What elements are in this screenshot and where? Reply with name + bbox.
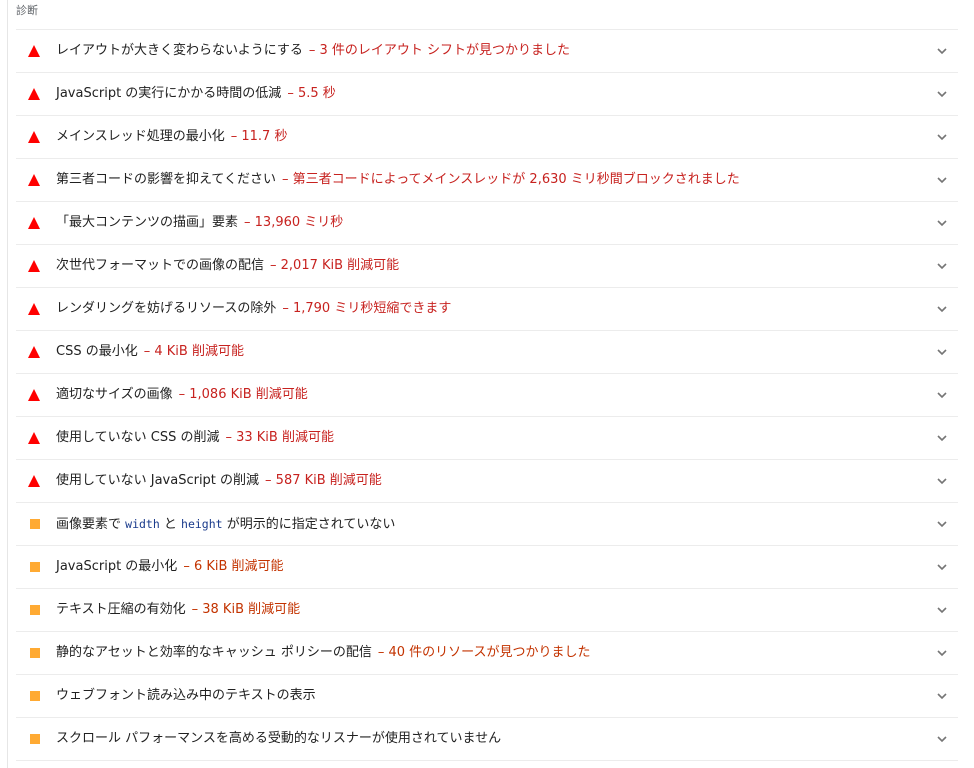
audit-display-value: – 38 KiB 削減可能: [191, 602, 301, 617]
audit-display-value: – 2,017 KiB 削減可能: [270, 258, 400, 273]
fail-triangle-icon: [28, 88, 40, 100]
chevron-down-icon[interactable]: [936, 217, 948, 229]
audit-row[interactable]: 適切なサイズの画像 – 1,086 KiB 削減可能: [16, 374, 958, 417]
audit-row[interactable]: 画像要素で width と height が明示的に指定されていない: [16, 503, 958, 546]
fail-triangle-icon: [28, 131, 40, 143]
audit-list: レイアウトが大きく変わらないようにする – 3 件のレイアウト シフトが見つかりま…: [16, 29, 958, 761]
fail-triangle-icon: [28, 45, 40, 57]
audit-title: テキスト圧縮の有効化: [56, 602, 186, 617]
chevron-down-icon[interactable]: [936, 432, 948, 444]
chevron-down-icon[interactable]: [936, 260, 948, 272]
average-square-icon: [30, 519, 40, 529]
fail-triangle-icon: [28, 260, 40, 272]
fail-triangle-icon: [28, 174, 40, 186]
audit-display-value: – 13,960 ミリ秒: [244, 215, 344, 230]
fail-triangle-icon: [28, 346, 40, 358]
fail-triangle-icon: [28, 303, 40, 315]
chevron-down-icon[interactable]: [936, 733, 948, 745]
audit-title: 第三者コードの影響を抑えてください: [56, 172, 276, 187]
audit-row[interactable]: ウェブフォント読み込み中のテキストの表示: [16, 675, 958, 718]
diagnostics-panel: 診断 レイアウトが大きく変わらないようにする – 3 件のレイアウト シフトが見つ…: [0, 0, 974, 768]
audit-row[interactable]: 静的なアセットと効率的なキャッシュ ポリシーの配信 – 40 件のリソースが見つか…: [16, 632, 958, 675]
chevron-down-icon[interactable]: [936, 45, 948, 57]
chevron-down-icon[interactable]: [936, 88, 948, 100]
audit-display-value: – 6 KiB 削減可能: [183, 559, 284, 574]
average-square-icon: [30, 605, 40, 615]
audit-row[interactable]: CSS の最小化 – 4 KiB 削減可能: [16, 331, 958, 374]
chevron-down-icon[interactable]: [936, 647, 948, 659]
audit-display-value: – 4 KiB 削減可能: [143, 344, 244, 359]
audit-display-value: – 第三者コードによってメインスレッドが 2,630 ミリ秒間ブロックされました: [281, 172, 740, 187]
audit-row[interactable]: 第三者コードの影響を抑えてください – 第三者コードによってメインスレッドが 2,…: [16, 159, 958, 202]
audit-title: 適切なサイズの画像: [56, 387, 173, 402]
audit-title: 使用していない CSS の削減: [56, 430, 220, 445]
audit-title: 使用していない JavaScript の削減: [56, 473, 260, 488]
audit-title: CSS の最小化: [56, 344, 138, 359]
average-square-icon: [30, 734, 40, 744]
code-width: width: [125, 517, 160, 531]
audit-display-value: – 11.7 秒: [230, 129, 288, 144]
audit-row[interactable]: スクロール パフォーマンスを高める受動的なリスナーが使用されていません: [16, 718, 958, 761]
audit-title: 画像要素で width と height が明示的に指定されていない: [56, 517, 396, 532]
average-square-icon: [30, 562, 40, 572]
audit-title: 次世代フォーマットでの画像の配信: [56, 258, 265, 273]
audit-display-value: – 1,086 KiB 削減可能: [178, 387, 308, 402]
audit-title: レンダリングを妨げるリソースの除外: [56, 301, 277, 316]
chevron-down-icon[interactable]: [936, 346, 948, 358]
audit-display-value: – 40 件のリソースが見つかりました: [377, 645, 591, 660]
chevron-down-icon[interactable]: [936, 561, 948, 573]
audit-row[interactable]: 次世代フォーマットでの画像の配信 – 2,017 KiB 削減可能: [16, 245, 958, 288]
panel-border: [7, 0, 8, 768]
audit-display-value: – 5.5 秒: [287, 86, 336, 101]
audit-row[interactable]: 「最大コンテンツの描画」要素 – 13,960 ミリ秒: [16, 202, 958, 245]
fail-triangle-icon: [28, 475, 40, 487]
audit-title: レイアウトが大きく変わらないようにする: [56, 43, 303, 58]
audit-row[interactable]: レイアウトが大きく変わらないようにする – 3 件のレイアウト シフトが見つかりま…: [16, 30, 958, 73]
fail-triangle-icon: [28, 389, 40, 401]
fail-triangle-icon: [28, 217, 40, 229]
audit-title: メインスレッド処理の最小化: [56, 129, 225, 144]
section-title: 診断: [16, 4, 38, 17]
audit-title: JavaScript の実行にかかる時間の低減: [56, 86, 282, 101]
audit-row[interactable]: JavaScript の最小化 – 6 KiB 削減可能: [16, 546, 958, 589]
audit-display-value: – 1,790 ミリ秒短縮できます: [282, 301, 452, 316]
chevron-down-icon[interactable]: [936, 131, 948, 143]
chevron-down-icon[interactable]: [936, 303, 948, 315]
audit-row[interactable]: メインスレッド処理の最小化 – 11.7 秒: [16, 116, 958, 159]
chevron-down-icon[interactable]: [936, 518, 948, 530]
chevron-down-icon[interactable]: [936, 604, 948, 616]
audit-row[interactable]: テキスト圧縮の有効化 – 38 KiB 削減可能: [16, 589, 958, 632]
audit-title: 静的なアセットと効率的なキャッシュ ポリシーの配信: [56, 645, 372, 660]
audit-row[interactable]: 使用していない CSS の削減 – 33 KiB 削減可能: [16, 417, 958, 460]
audit-display-value: – 33 KiB 削減可能: [225, 430, 334, 445]
audit-row[interactable]: 使用していない JavaScript の削減 – 587 KiB 削減可能: [16, 460, 958, 503]
average-square-icon: [30, 648, 40, 658]
code-height: height: [181, 517, 223, 531]
audit-display-value: – 587 KiB 削減可能: [265, 473, 382, 488]
chevron-down-icon[interactable]: [936, 690, 948, 702]
audit-title: JavaScript の最小化: [56, 559, 178, 574]
audit-title: 「最大コンテンツの描画」要素: [56, 215, 239, 230]
chevron-down-icon[interactable]: [936, 475, 948, 487]
audit-row[interactable]: レンダリングを妨げるリソースの除外 – 1,790 ミリ秒短縮できます: [16, 288, 958, 331]
fail-triangle-icon: [28, 432, 40, 444]
audit-row[interactable]: JavaScript の実行にかかる時間の低減 – 5.5 秒: [16, 73, 958, 116]
chevron-down-icon[interactable]: [936, 389, 948, 401]
audit-title: ウェブフォント読み込み中のテキストの表示: [56, 688, 316, 703]
audit-display-value: – 3 件のレイアウト シフトが見つかりました: [308, 43, 571, 58]
average-square-icon: [30, 691, 40, 701]
chevron-down-icon[interactable]: [936, 174, 948, 186]
audit-title: スクロール パフォーマンスを高める受動的なリスナーが使用されていません: [56, 731, 502, 746]
